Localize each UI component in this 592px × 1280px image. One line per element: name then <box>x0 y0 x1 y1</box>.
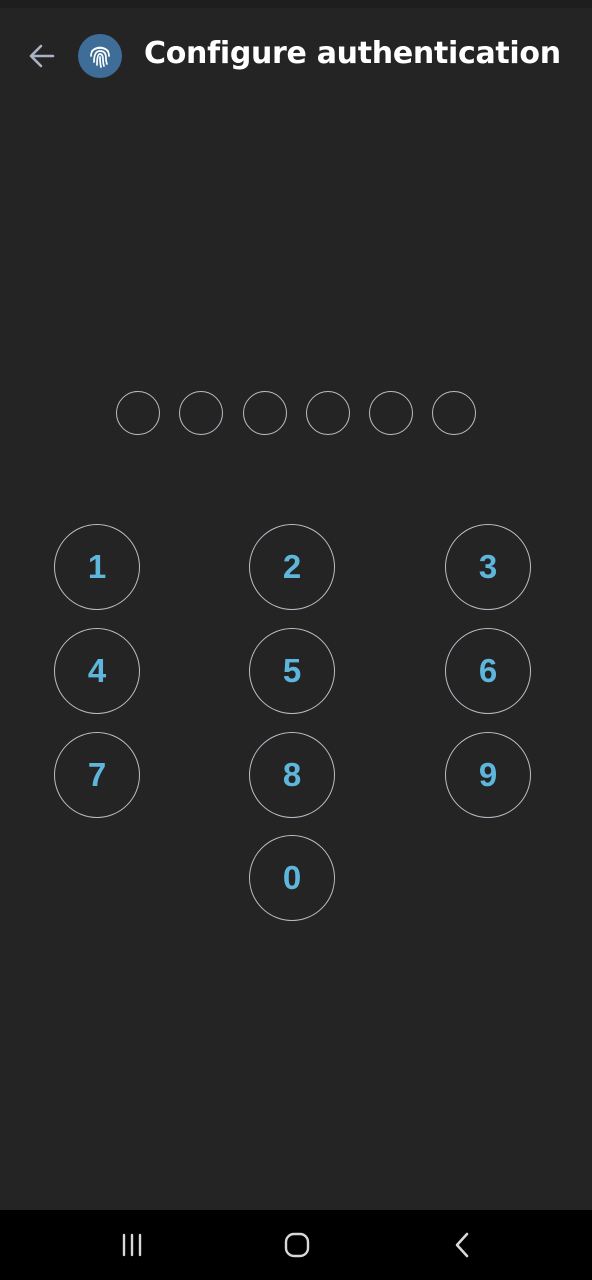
pin-dot <box>243 391 287 435</box>
page-title: Configure authentication <box>144 36 561 71</box>
back-chevron-icon <box>455 1232 469 1258</box>
home-icon <box>284 1232 310 1258</box>
key-8[interactable]: 8 <box>249 732 335 818</box>
key-0[interactable]: 0 <box>249 835 335 921</box>
numeric-keypad: 1 2 3 4 5 6 7 8 9 0 <box>0 0 592 1280</box>
system-back-button[interactable] <box>433 1222 493 1268</box>
pin-indicator <box>0 391 592 439</box>
app-header: Configure authentication <box>0 8 592 100</box>
recent-apps-button[interactable] <box>102 1222 162 1268</box>
arrow-left-icon <box>29 44 55 68</box>
key-2[interactable]: 2 <box>249 524 335 610</box>
pin-dot <box>369 391 413 435</box>
key-4[interactable]: 4 <box>54 628 140 714</box>
recent-apps-icon <box>122 1233 142 1257</box>
app-logo <box>78 34 122 78</box>
pin-dot <box>432 391 476 435</box>
key-5[interactable]: 5 <box>249 628 335 714</box>
key-1[interactable]: 1 <box>54 524 140 610</box>
status-bar <box>0 0 592 8</box>
key-9[interactable]: 9 <box>445 732 531 818</box>
key-7[interactable]: 7 <box>54 732 140 818</box>
key-3[interactable]: 3 <box>445 524 531 610</box>
system-nav-bar <box>0 1210 592 1280</box>
back-button[interactable] <box>22 36 62 76</box>
home-button[interactable] <box>267 1222 327 1268</box>
key-6[interactable]: 6 <box>445 628 531 714</box>
pin-dot <box>306 391 350 435</box>
pin-dot <box>179 391 223 435</box>
fingerprint-icon <box>90 46 110 68</box>
pin-dot <box>116 391 160 435</box>
